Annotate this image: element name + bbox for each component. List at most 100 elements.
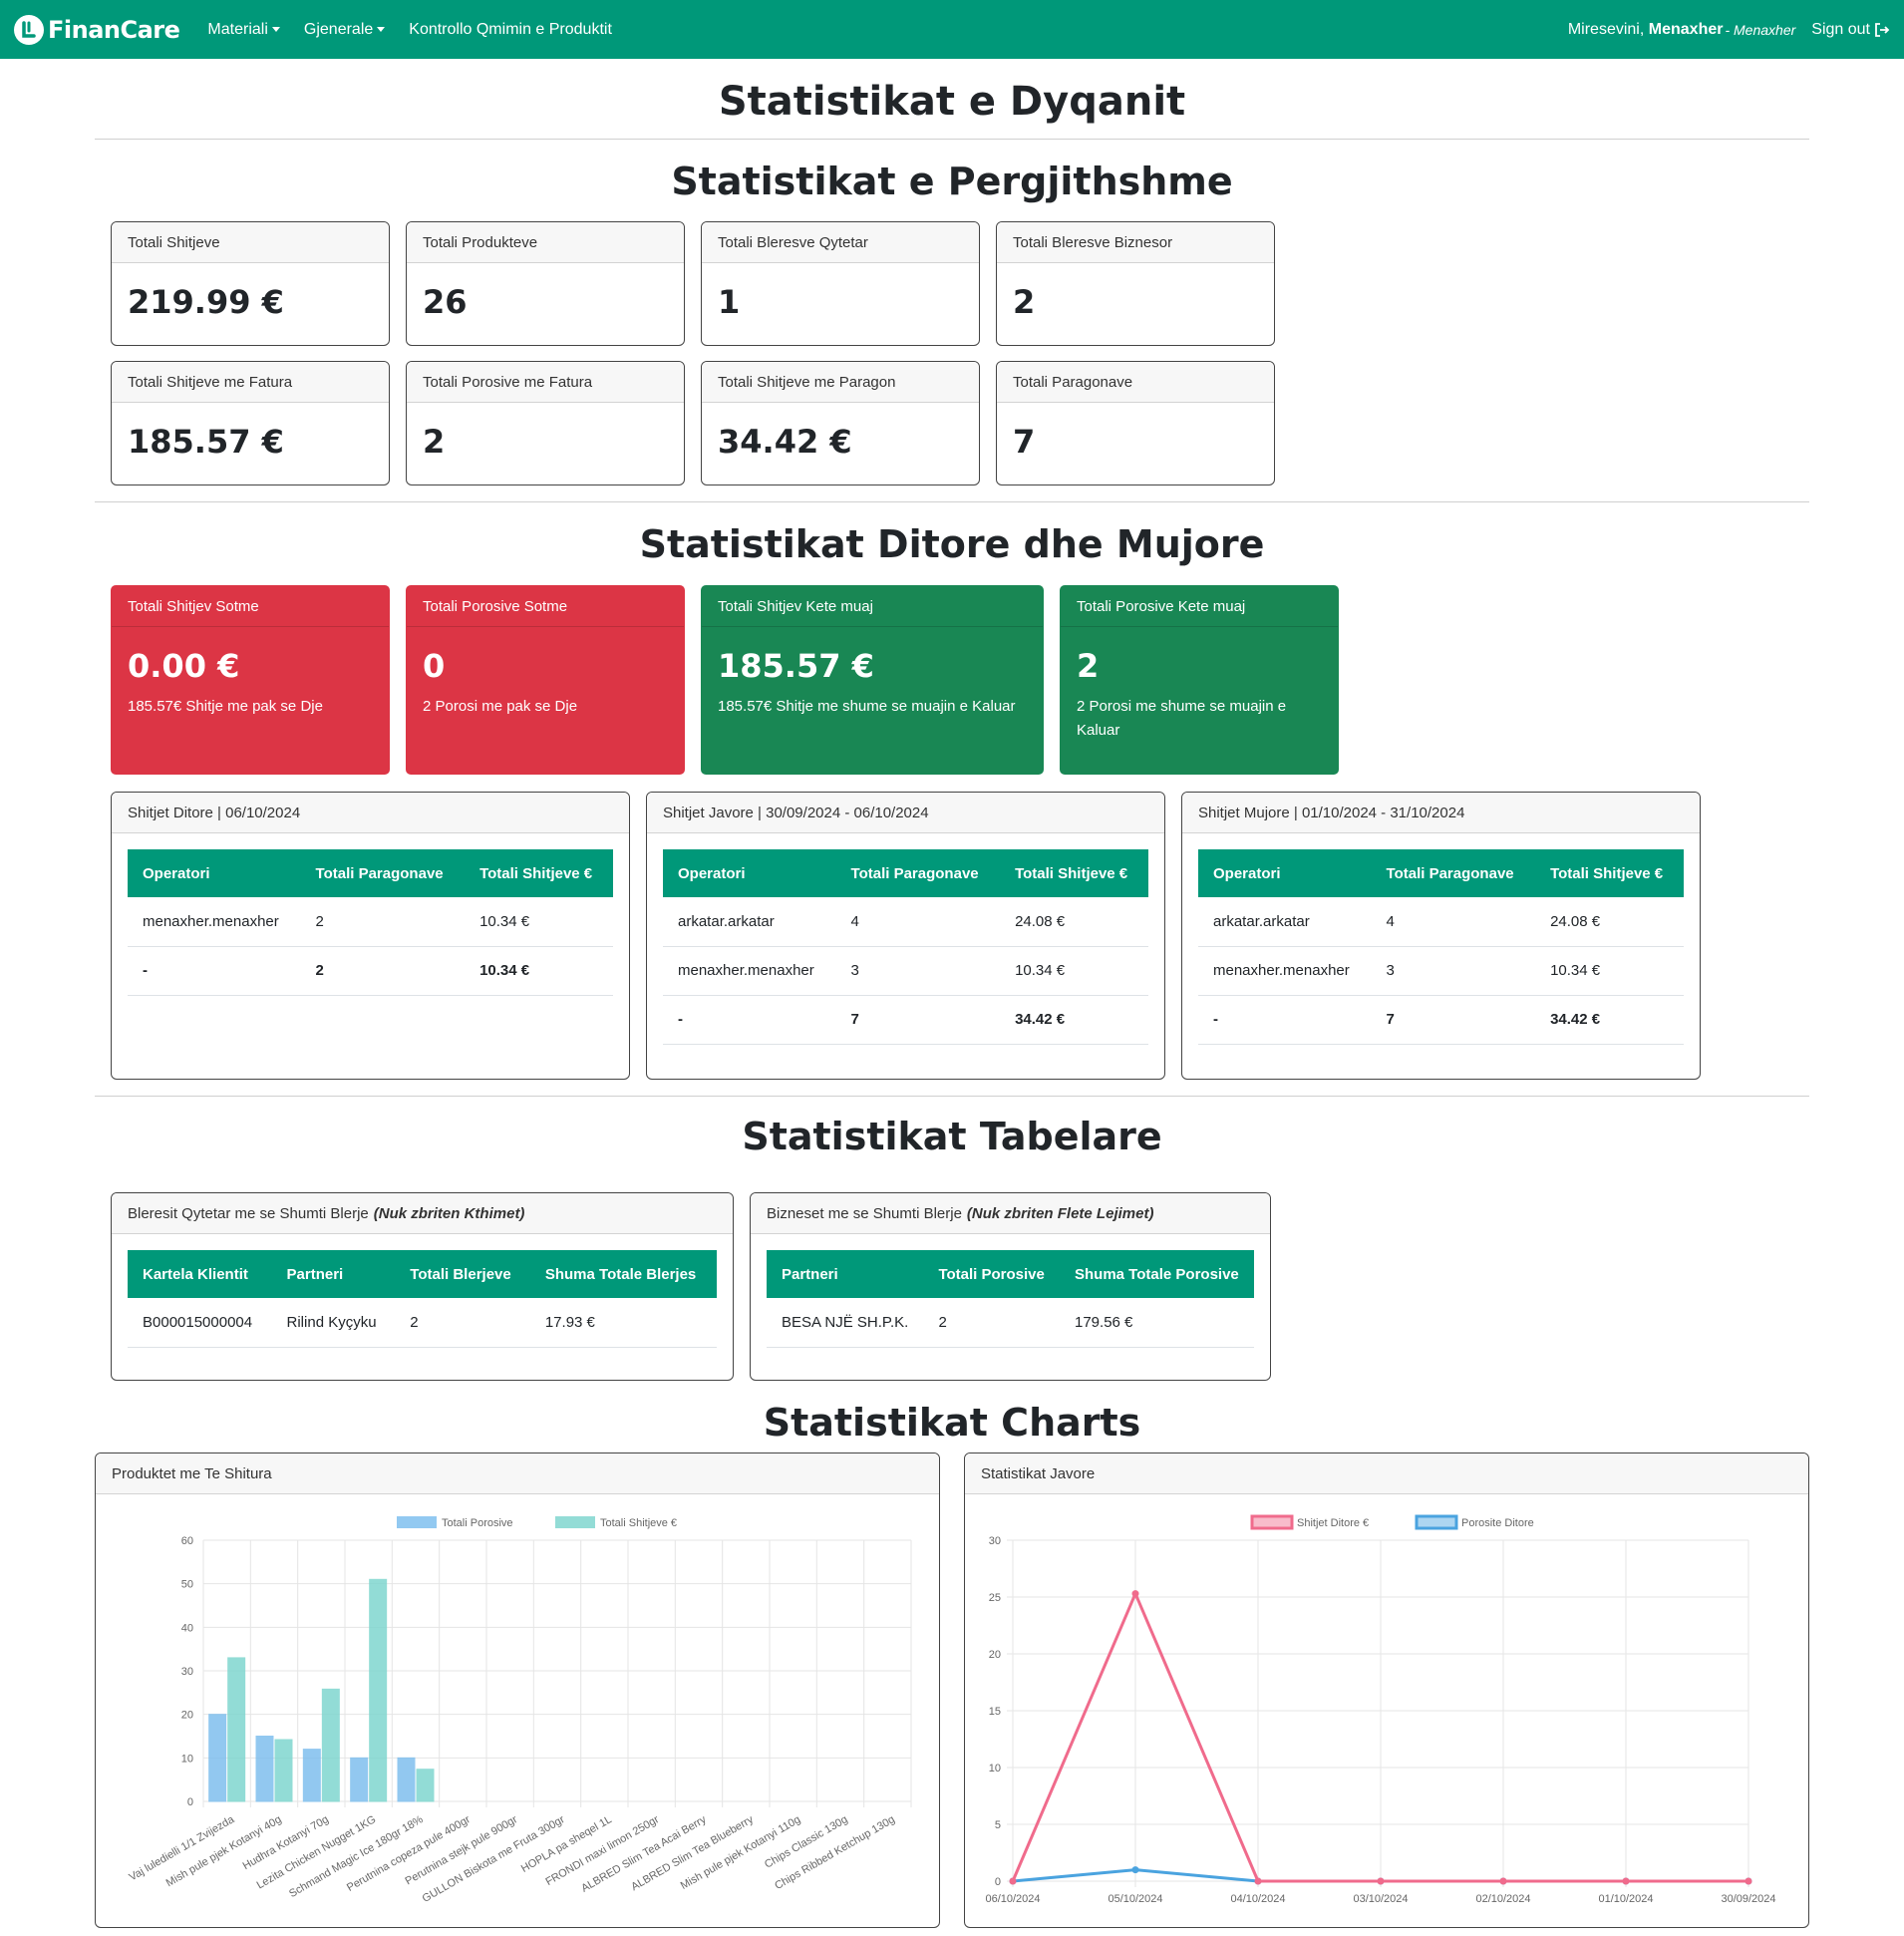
cell-operator: - [1198,995,1372,1045]
column-header[interactable]: Operatori [1198,849,1372,897]
column-header[interactable]: Operatori [663,849,836,897]
cell-sales: 10.34 € [465,946,613,996]
brand-link[interactable]: FinanCare [14,14,180,45]
nav-materiali-dropdown[interactable]: Materiali [207,21,280,39]
weekly-stats-chart-card: Statistikat Javore Shitjet Ditore € Poros… [964,1452,1809,1928]
nav-gjenerale-dropdown[interactable]: Gjenerale [303,20,386,39]
legend-swatch [1250,1514,1294,1530]
stat-card-value: 0 [423,647,446,685]
stat-card-business-buyers: Totali Bleresve Biznesor 2 [996,221,1275,346]
table-row: arkatar.arkatar 4 24.08 € [1198,897,1684,947]
data-point [1622,1877,1630,1885]
nav-kontrollo-link[interactable]: Kontrollo Qmimin e Produktit [409,21,612,39]
stat-card-value: 185.57 € [718,647,874,685]
today-orders-card: Totali Porosive Sotme 0 2 Porosi me pak se… [406,585,685,775]
table-total-row: -2 10.34 € [128,946,613,996]
cell-count: 2 [923,1298,1060,1348]
y-tick-label: 20 [989,1649,1001,1661]
stat-card-value: 26 [423,283,468,321]
table-card-header: Bleresit Qytetar me se Shumti Blerje (Nu… [112,1193,733,1234]
column-header[interactable]: Totali Shitjeve € [1000,849,1148,897]
divider [95,501,1809,502]
table-header-row: Partneri Totali Porosive Shuma Totale Po… [767,1250,1254,1298]
column-header[interactable]: Totali Paragonave [836,849,1001,897]
data-point [1745,1877,1752,1885]
stat-card-comparison: 185.57€ Shitje me shume se muajin e Kalu… [718,698,1016,715]
column-header[interactable]: Shuma Totale Porosive [1060,1250,1254,1298]
column-header[interactable]: Kartela Klientit [128,1250,272,1298]
top-business-buyers-card: Bizneset me se Shumti Blerje (Nuk zbrite… [750,1192,1271,1381]
y-tick-label: 25 [989,1592,1001,1604]
y-tick-label: 40 [181,1622,193,1634]
stat-card-comparison: 185.57€ Shitje me pak se Dje [128,698,323,715]
data-point [1377,1877,1385,1885]
y-tick-label: 30 [989,1535,1001,1547]
general-stats-row-1: Totali Shitjeve 219.99 € Totali Produktev… [95,221,1809,346]
table-header-row: Kartela Klientit Partneri Totali Blerjev… [128,1250,717,1298]
table-header-row: Operatori Totali Paragonave Totali Shitj… [1198,849,1684,897]
stat-card-value: 1 [718,283,741,321]
weekly-sales-table-card: Shitjet Javore | 30/09/2024 - 06/10/2024… [646,792,1165,1080]
cell-operator: arkatar.arkatar [663,897,836,947]
stat-card-value: 7 [1013,423,1036,461]
table-total-row: -7 34.42 € [1198,995,1684,1045]
column-header[interactable]: Partneri [272,1250,396,1298]
monthly-sales-table: Operatori Totali Paragonave Totali Shitj… [1198,849,1684,1045]
chart-card-header: Produktet me Te Shitura [96,1453,939,1494]
cell-count: 2 [395,1298,530,1348]
column-header[interactable]: Totali Shitjeve € [1535,849,1684,897]
stat-card-receipt-sales: Totali Shitjeve me Paragon 34.42 € [701,361,980,485]
cell-operator: menaxher.menaxher [1198,946,1372,996]
stat-card-label: Totali Shitjeve [112,222,389,263]
data-point [1254,1877,1262,1885]
bar [302,1749,321,1802]
stat-card-label: Totali Shitjev Sotme [112,586,389,627]
main-container: Statistikat e Dyqanit Statistikat e Perg… [95,59,1809,1936]
stat-card-value: 185.57 € [128,423,284,461]
chart-area: Shitjet Ditore € Porosite Ditore 0 5 10 15 20 2… [965,1494,1808,1927]
column-header[interactable]: Totali Blerjeve [395,1250,530,1298]
weekly-sales-table: Operatori Totali Paragonave Totali Shitj… [663,849,1148,1045]
column-header[interactable]: Totali Paragonave [301,849,466,897]
cell-partner: BESA NJË SH.P.K. [767,1298,924,1348]
table-card-header: Shitjet Ditore | 06/10/2024 [112,793,629,833]
stat-card-label: Totali Porosive Sotme [407,586,684,627]
legend-label: Shitjet Ditore € [1297,1517,1369,1529]
daily-sales-table-card: Shitjet Ditore | 06/10/2024 Operatori To… [111,792,630,1080]
weekly-stats-line-chart: Shitjet Ditore € Porosite Ditore 0 5 10 15 20 2… [985,1514,1776,1905]
y-tick-label: 15 [989,1706,1001,1718]
cell-sales: 34.42 € [1535,995,1684,1045]
stat-card-value: 0.00 € [128,647,240,685]
month-sales-card: Totali Shitjev Kete muaj 185.57 € 185.57€ … [701,585,1044,775]
table-wrap: Operatori Totali Paragonave Totali Shitj… [112,833,629,1012]
legend-swatch [397,1516,437,1528]
daily-sales-table: Operatori Totali Paragonave Totali Shitj… [128,849,613,996]
cell-receipts: 4 [835,897,1001,947]
stat-card-label: Totali Bleresve Biznesor [997,222,1274,263]
sign-out-link[interactable]: Sign out [1811,21,1890,39]
cell-sales: 24.08 € [1535,897,1684,947]
column-header[interactable]: Totali Porosive [923,1250,1060,1298]
table-header-row: Operatori Totali Paragonave Totali Shitj… [128,849,613,897]
table-row: menaxher.menaxher 3 10.34 € [1198,946,1684,996]
stat-card-value: 219.99 € [128,283,284,321]
column-header[interactable]: Shuma Totale Blerjes [530,1250,717,1298]
column-header[interactable]: Partneri [767,1250,923,1298]
legend-label: Totali Shitjeve € [600,1517,677,1529]
stat-card-invoice-orders: Totali Porosive me Fatura 2 [406,361,685,485]
column-header[interactable]: Totali Shitjeve € [465,849,613,897]
table-header-row: Operatori Totali Paragonave Totali Shitj… [663,849,1148,897]
cell-operator: arkatar.arkatar [1198,897,1372,947]
y-tick-label: 10 [989,1763,1001,1775]
column-header[interactable]: Totali Paragonave [1372,849,1536,897]
nav-gjenerale-label: Gjenerale [303,20,374,38]
welcome-text: Miresevini, Menaxher [1568,21,1724,39]
column-header[interactable]: Operatori [128,849,301,897]
cell-operator: menaxher.menaxher [128,897,301,947]
welcome-prefix: Miresevini, [1567,20,1645,38]
cell-partner: Rilind Kyçyku [271,1298,396,1348]
legend-label: Porosite Ditore [1461,1517,1534,1529]
cell-amount: 179.56 € [1060,1298,1254,1348]
x-tick-label: 01/10/2024 [1598,1893,1653,1905]
user-name: Menaxher [1648,20,1724,38]
